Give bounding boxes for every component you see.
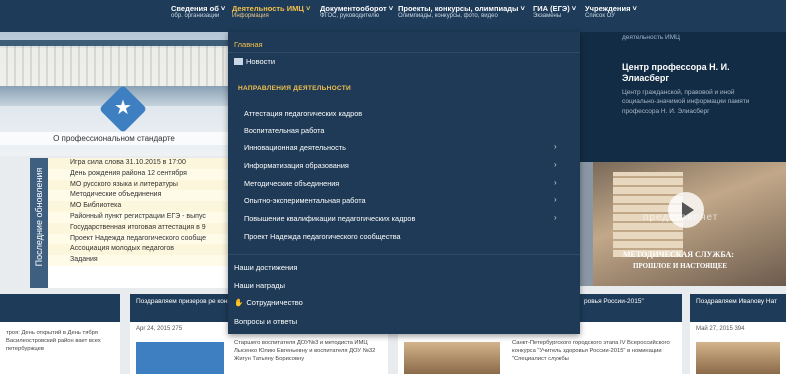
promo-description: Центр гражданской, правовой и иной социа… <box>622 89 750 115</box>
top-navigation: Сведения об ˅ обр. организации Деятельно… <box>0 0 786 32</box>
news-card-header[interactable]: Поздравляем Ивanову Нат <box>690 294 786 322</box>
menu-item-label: Новости <box>246 57 276 66</box>
menu-item-informatization[interactable]: Информатизация образования <box>244 161 349 170</box>
update-item[interactable]: Проект Надежда педагогического сообще <box>48 233 230 245</box>
update-item[interactable]: Задания <box>48 255 230 266</box>
nav-item-info[interactable]: Сведения об ˅ обр. организации <box>171 4 226 20</box>
news-card-body: Старшего воспитателя ДОУ№3 и методиста И… <box>234 340 376 362</box>
chevron-right-icon: › <box>554 178 557 187</box>
menu-item-experimental[interactable]: Опытно-экспериментальная работа <box>244 196 366 205</box>
nav-item-activity[interactable]: Деятельность ИМЦ ˅ Информация <box>232 4 311 20</box>
nav-item-title: Документооборот ˅ <box>320 4 394 13</box>
slider-edge <box>580 162 593 286</box>
menu-item-upbringing[interactable]: Воспитательная работа <box>244 126 324 135</box>
newspaper-icon <box>234 58 243 65</box>
menu-item-home[interactable]: Главная <box>234 40 263 49</box>
star-icon: ★ <box>114 97 132 119</box>
nav-item-title: Проекты, конкурсы, олимпиады ˅ <box>398 4 525 13</box>
nav-item-documents[interactable]: Документооборот ˅ ФГОС, руководителю <box>320 4 394 20</box>
nav-item-subtitle: ФГОС, руководителю <box>320 13 380 20</box>
activity-dropdown-menu: Главная Новости НАПРАВЛЕНИЯ ДЕЯТЕЛЬНОСТИ… <box>228 32 580 334</box>
updates-side-label: Последние обновления <box>30 158 48 288</box>
video-presents-text: представляет <box>643 212 719 223</box>
update-item[interactable]: МО Библиотека <box>48 201 230 212</box>
video-caption-title: МЕТОДИЧЕСКАЯ СЛУЖБА: <box>623 250 734 259</box>
nav-item-exams[interactable]: ГИА (ЕГЭ) ˅ Экзамены <box>533 4 577 20</box>
promo-super-label: деятельность ИМЦ <box>622 34 680 41</box>
news-card[interactable]: троя: День открытий в День тября Василео… <box>0 294 120 374</box>
chevron-right-icon: › <box>554 160 557 169</box>
nav-item-title: Учреждения ˅ <box>585 4 637 13</box>
menu-section-heading: НАПРАВЛЕНИЯ ДЕЯТЕЛЬНОСТИ <box>238 85 352 92</box>
chevron-right-icon: › <box>554 142 557 151</box>
nav-item-title: Сведения об ˅ <box>171 4 226 13</box>
updates-list: Игра сила слова 31.10.2015 в 17:00 День … <box>48 158 230 288</box>
news-card[interactable]: Поздравляем Ивanову Нат Май 27, 2015 394 <box>690 294 786 374</box>
chevron-right-icon: › <box>554 195 557 204</box>
menu-item-news[interactable]: Новости <box>234 57 275 66</box>
menu-item-qualification[interactable]: Повышение квалификации педагогических ка… <box>244 214 415 223</box>
nav-item-subtitle: Экзамены <box>533 13 562 20</box>
update-item[interactable]: Районный пункт регистрации ЕГЭ - выпус <box>48 211 230 223</box>
nav-item-projects[interactable]: Проекты, конкурсы, олимпиады ˅ Олимпиады… <box>398 4 525 20</box>
news-card-body: троя: День открытий в День тября Василео… <box>6 330 101 352</box>
menu-divider <box>228 254 580 255</box>
nav-item-institutions[interactable]: Учреждения ˅ Список ОУ <box>585 4 637 20</box>
news-card-thumbnail[interactable] <box>696 342 780 374</box>
nav-item-title: ГИА (ЕГЭ) ˅ <box>533 4 577 13</box>
update-item[interactable]: День рождения района 12 сентября <box>48 168 230 180</box>
menu-item-awards[interactable]: Наши награды <box>234 281 285 290</box>
video-promo[interactable]: представляет МЕТОДИЧЕСКАЯ СЛУЖБА: ПРОШЛО… <box>593 162 786 286</box>
menu-divider <box>228 52 580 53</box>
update-item[interactable]: Ассоциация молодых педагогов <box>48 244 230 256</box>
menu-item-method-unions[interactable]: Методические объединения <box>244 179 339 188</box>
menu-item-innovation[interactable]: Инновационная деятельность <box>244 143 346 152</box>
menu-item-label: Сотрудничество <box>246 298 303 307</box>
news-card-thumbnail[interactable] <box>404 342 500 374</box>
center-promo-panel[interactable]: деятельность ИМЦ Центр профессора Н. И. … <box>580 32 786 162</box>
update-item[interactable]: Государственная итоговая аттестация в 9 <box>48 222 230 234</box>
nav-item-subtitle: Список ОУ <box>585 13 615 20</box>
nav-item-title: Деятельность ИМЦ ˅ <box>232 4 311 13</box>
nav-item-subtitle: обр. организации <box>171 13 220 20</box>
hero-banner[interactable]: ★ О профессиональном стандарте <box>0 32 228 156</box>
updates-title: Последние обновления <box>34 167 44 267</box>
nav-item-subtitle: Олимпиады, конкурсы, фото, видео <box>398 13 498 20</box>
update-item[interactable]: МО русского языка и литературы <box>48 179 230 191</box>
handshake-icon: ✋ <box>234 298 244 307</box>
page: Сведения об ˅ обр. организации Деятельно… <box>0 0 786 374</box>
news-card-meta: Май 27, 2015 394 <box>696 326 745 332</box>
update-item[interactable]: Игра сила слова 31.10.2015 в 17:00 <box>48 158 230 169</box>
menu-item-cooperation[interactable]: ✋ Сотрудничество <box>234 298 303 307</box>
menu-item-attestation[interactable]: Аттестация педагогических кадров <box>244 109 362 118</box>
news-card-header <box>0 294 120 322</box>
promo-title[interactable]: Центр профессора Н. И. Элиасберг <box>622 62 772 84</box>
video-caption-subtitle: ПРОШЛОЕ И НАСТОЯЩЕЕ <box>633 262 728 270</box>
nav-item-subtitle: Информация <box>232 13 269 20</box>
menu-item-achievements[interactable]: Наши достижения <box>234 263 297 272</box>
news-card-thumbnail[interactable] <box>136 342 224 374</box>
news-card-body: Санкт-Петербургского городского этапа IV… <box>512 340 670 362</box>
building-facade <box>0 46 228 86</box>
update-item[interactable]: Методические объединения <box>48 190 230 202</box>
news-card-meta <box>0 322 120 330</box>
chevron-right-icon: › <box>554 213 557 222</box>
menu-item-nadezhda-project[interactable]: Проект Надежда педагогического сообществ… <box>244 232 401 241</box>
menu-item-faq[interactable]: Вопросы и ответы <box>234 317 297 326</box>
hero-caption[interactable]: О профессиональном стандарте <box>0 132 228 145</box>
